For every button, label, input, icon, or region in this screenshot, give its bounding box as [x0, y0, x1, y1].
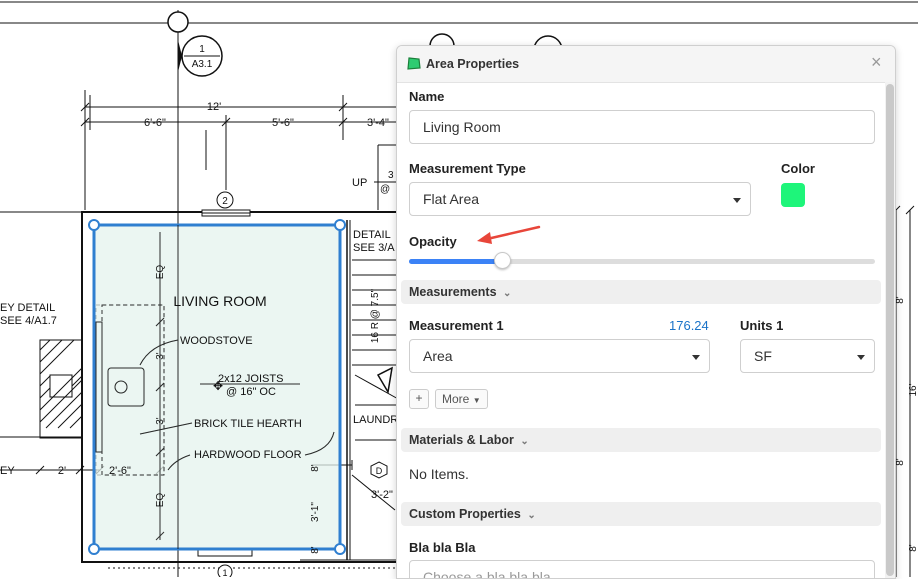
dim-3b: 3'	[155, 417, 166, 425]
vertex-handle[interactable]	[88, 219, 100, 231]
add-measurement-button[interactable]: +	[409, 389, 429, 409]
dim-2-6: 2'-6"	[109, 465, 131, 477]
custom-properties-section-header[interactable]: Custom Properties ⌄	[401, 502, 881, 526]
move-cursor-icon: ✥	[213, 379, 223, 393]
bla-label: Bla bla Bla	[409, 540, 476, 555]
vertex-handle[interactable]	[334, 543, 346, 555]
measurement1-select[interactable]: Area	[409, 339, 710, 373]
bubble-number: 1	[199, 44, 205, 55]
chevron-down-icon	[692, 355, 700, 360]
dim-3-1: 3'-1"	[310, 502, 321, 522]
chevron-down-icon: ⌄	[520, 436, 529, 447]
marker-d: D	[376, 466, 383, 476]
dim-3-2: 3'-2"	[371, 489, 393, 501]
panel-title: Area Properties	[426, 57, 520, 71]
opacity-slider-fill	[409, 259, 503, 264]
area-polygon-icon	[407, 57, 421, 75]
measurements-section-title: Measurements	[409, 285, 497, 299]
vertex-handle[interactable]	[334, 219, 346, 231]
grid-marker-1: 1	[222, 568, 227, 577]
vertex-handle[interactable]	[88, 543, 100, 555]
panel-scrollbar-thumb[interactable]	[886, 84, 894, 576]
dim-left: 6'-6"	[144, 117, 166, 129]
key-left-label: EY	[0, 465, 15, 477]
dim-3a: 3'	[155, 352, 166, 360]
no-items-text: No Items.	[409, 466, 469, 482]
eq-bottom-label: EQ	[155, 493, 166, 508]
detail-line2: SEE 3/A	[353, 242, 395, 254]
chevron-down-icon: ⌄	[527, 510, 536, 521]
panel-header[interactable]: Area Properties ×	[397, 46, 895, 83]
materials-section-header[interactable]: Materials & Labor ⌄	[401, 428, 881, 452]
eq-top-label: EQ	[155, 265, 166, 280]
gridline-bubble	[167, 11, 189, 33]
more-dropdown-button[interactable]: More ▼	[435, 389, 488, 409]
caret-down-icon: ▼	[472, 396, 481, 405]
opacity-label: Opacity	[409, 234, 457, 249]
color-label: Color	[781, 161, 815, 176]
measurement1-value: 176.24	[669, 318, 709, 333]
opacity-slider[interactable]	[409, 252, 875, 269]
name-label: Name	[409, 89, 445, 104]
stair-rise-label: 16 R @ 7.5"	[370, 288, 381, 343]
custom-section-title: Custom Properties	[409, 507, 521, 521]
chevron-down-icon: ⌄	[503, 288, 512, 299]
more-button-label: More	[442, 392, 470, 406]
measurement1-label: Measurement 1	[409, 318, 504, 333]
right-dim-16: 16'	[908, 383, 918, 396]
materials-section-title: Materials & Labor	[409, 433, 514, 447]
stair-at: @	[380, 184, 390, 195]
dim-8a: 8'	[310, 464, 321, 472]
woodstove-label: WOODSTOVE	[180, 335, 253, 347]
bla-select[interactable]: Choose a bla bla bla	[409, 560, 875, 579]
chevron-down-icon	[733, 198, 741, 203]
dim-8b: 8'	[310, 546, 321, 554]
chevron-down-icon	[857, 355, 865, 360]
stair-number: 3	[388, 170, 394, 181]
dim-right: 5'-6"	[272, 117, 294, 129]
right-dim-8a: 8'	[895, 296, 906, 304]
units1-label: Units 1	[740, 318, 784, 333]
dim-partial: 3'-4"	[367, 117, 389, 129]
bubble-reference: A3.1	[192, 59, 213, 70]
units1-select[interactable]: SF	[740, 339, 875, 373]
hardwood-label: HARDWOOD FLOOR	[194, 449, 302, 461]
name-input[interactable]: Living Room	[409, 110, 875, 144]
annotation-arrow-icon	[473, 222, 543, 251]
detail-line1: DETAIL	[353, 229, 391, 241]
area-properties-panel: Area Properties × Name Living Room Measu…	[396, 45, 896, 579]
measurement-type-value: Flat Area	[423, 191, 480, 207]
brick-hearth-label: BRICK TILE HEARTH	[194, 418, 302, 430]
joists-label-line2: @ 16" OC	[226, 386, 276, 398]
close-icon[interactable]: ×	[871, 52, 882, 73]
measurement-type-label: Measurement Type	[409, 161, 526, 176]
key-detail-line2: SEE 4/A1.7	[0, 315, 57, 327]
laundry-label: LAUNDR	[353, 414, 398, 426]
units1-select-value: SF	[754, 348, 772, 364]
key-detail-line1: EY DETAIL	[0, 302, 55, 314]
dim-2: 2'	[58, 465, 66, 477]
joists-label-line1: 2x12 JOISTS	[218, 373, 283, 385]
measurement-type-select[interactable]: Flat Area	[409, 182, 751, 216]
stair-up-label: UP	[352, 177, 367, 189]
dim-total: 12'	[207, 101, 221, 113]
grid-marker-2: 2	[222, 196, 228, 207]
bla-placeholder: Choose a bla bla bla	[423, 569, 551, 579]
color-swatch[interactable]	[781, 183, 805, 207]
right-dim-8c: 8'	[908, 544, 918, 552]
right-dim-8b: 8'	[895, 458, 906, 466]
opacity-slider-thumb[interactable]	[493, 252, 511, 269]
room-name-label: LIVING ROOM	[173, 293, 266, 309]
measurements-section-header[interactable]: Measurements ⌄	[401, 280, 881, 304]
measurement1-select-value: Area	[423, 348, 453, 364]
